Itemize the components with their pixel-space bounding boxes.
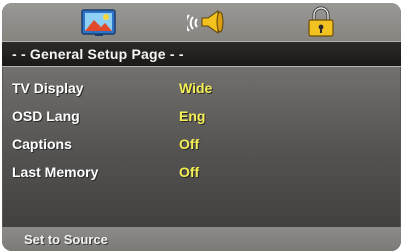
tab-general-setup[interactable]	[77, 6, 121, 38]
lock-icon	[308, 6, 334, 37]
page-title: - - General Setup Page - -	[12, 46, 184, 62]
help-footer: Set to Source	[2, 227, 401, 251]
setting-row-last-memory[interactable]: Last Memory Off	[2, 159, 401, 187]
setting-value: Eng	[179, 108, 206, 124]
setting-label: Last Memory	[12, 164, 99, 180]
page-title-bar: - - General Setup Page - -	[2, 41, 401, 67]
tab-preference-lock[interactable]	[299, 6, 343, 38]
setup-menu-screen: - - General Setup Page - - TV Display Wi…	[2, 3, 401, 251]
general-setup-icon	[81, 9, 116, 36]
setting-value: Off	[179, 136, 200, 152]
setting-label: OSD Lang	[12, 108, 80, 124]
category-icon-bar	[2, 3, 401, 41]
setting-label: TV Display	[12, 80, 84, 96]
setting-label: Captions	[12, 136, 72, 152]
setting-value: Wide	[179, 80, 213, 96]
audio-speaker-icon	[187, 10, 224, 34]
tab-audio-setup[interactable]	[187, 6, 231, 38]
help-text: Set to Source	[24, 231, 108, 247]
settings-list: TV Display Wide OSD Lang Eng Captions Of…	[2, 75, 401, 187]
setting-value: Off	[179, 164, 200, 180]
setting-row-tv-display[interactable]: TV Display Wide	[2, 75, 401, 103]
setting-row-captions[interactable]: Captions Off	[2, 131, 401, 159]
setting-row-osd-lang[interactable]: OSD Lang Eng	[2, 103, 401, 131]
